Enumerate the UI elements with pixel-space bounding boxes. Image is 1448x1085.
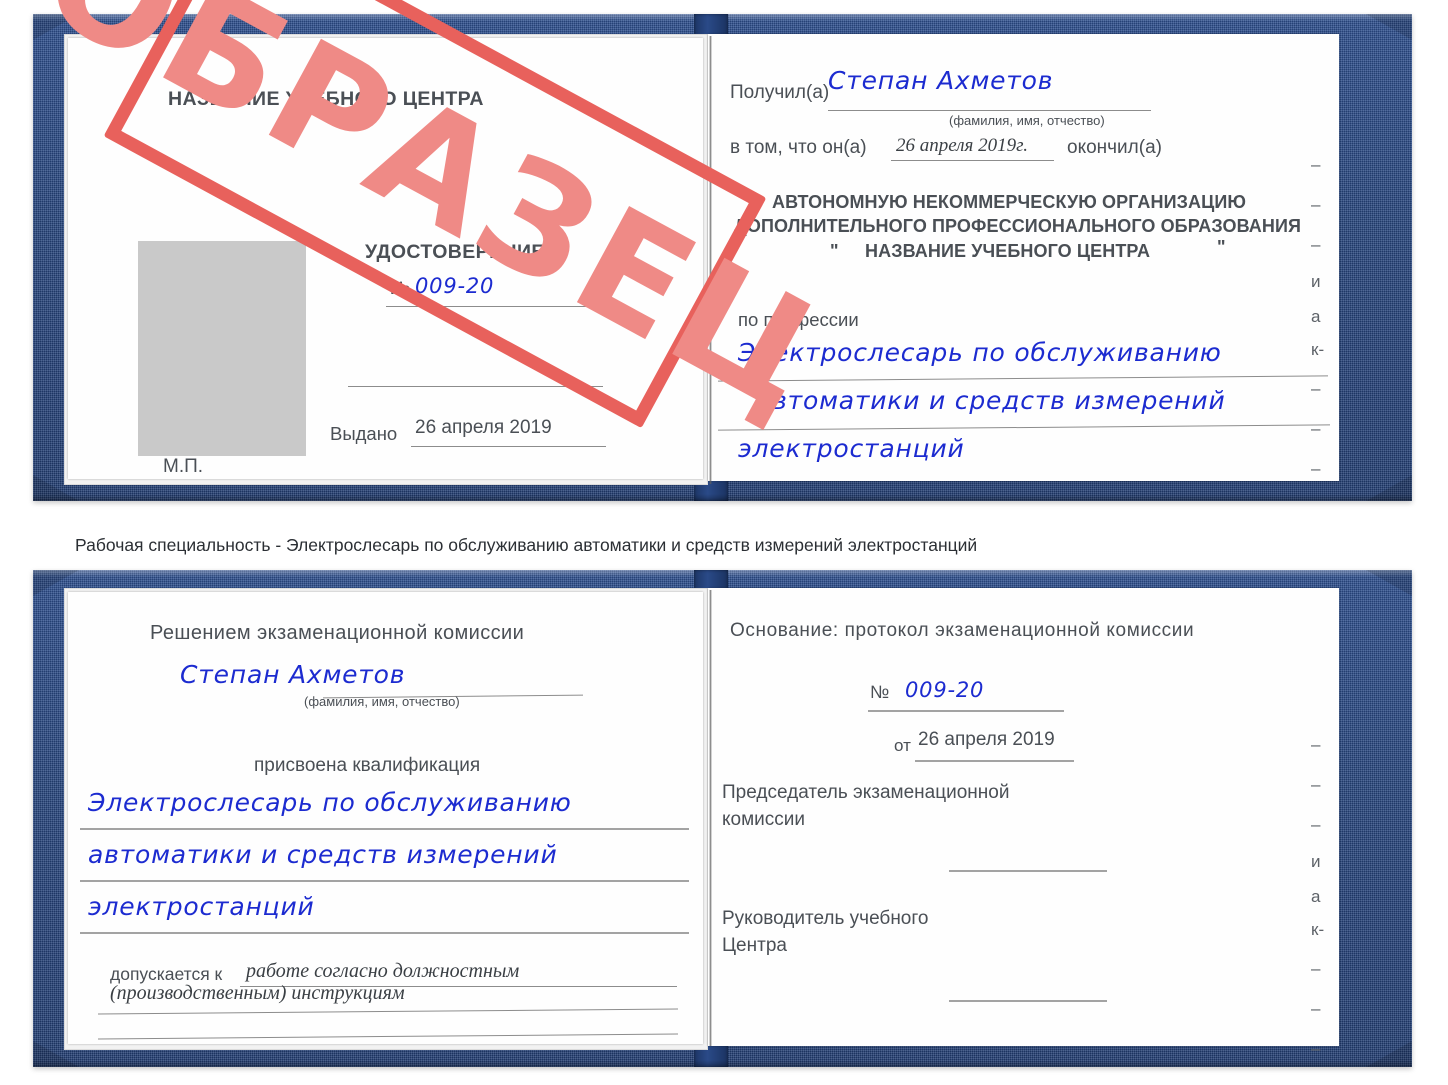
- margin-mark: –: [1311, 459, 1321, 478]
- received-label: Получил(а): [730, 82, 830, 103]
- qualification-rule-1: [80, 828, 689, 830]
- qualification-rule-3: [80, 932, 689, 934]
- cover-fold-top-right: [1366, 14, 1412, 40]
- received-underline: [828, 110, 1151, 111]
- qualification-rule-2: [80, 880, 689, 882]
- top-left-center-name: НАЗВАНИЕ УЧЕБНОГО ЦЕНТРА: [168, 88, 484, 110]
- received-value: Степан Ахметов: [828, 66, 1054, 95]
- number-value: 009-20: [415, 274, 495, 298]
- margin-mark: –: [1311, 379, 1321, 398]
- qualification-label: присвоена квалификация: [254, 755, 481, 776]
- issued-label: Выдано: [330, 423, 398, 444]
- margin-mark: и: [1311, 852, 1321, 871]
- top-left-doc-type: УДОСТОВЕРЕНИЕ: [365, 241, 545, 263]
- head-line-2: Центра: [722, 935, 787, 956]
- image-caption: Рабочая специальность - Электрослесарь п…: [75, 535, 978, 555]
- head-line-1: Руководитель учебного: [722, 908, 929, 929]
- bottom-right-page: Основание: протокол экзаменационной коми…: [708, 588, 1339, 1057]
- bottom-number-underline: [868, 710, 1064, 712]
- top-book-spine: [709, 36, 712, 484]
- org-line-1: АВТОНОМНУЮ НЕКОММЕРЧЕСКУЮ ОРГАНИЗАЦИЮ: [772, 192, 1247, 212]
- head-signature-line: [949, 1000, 1107, 1002]
- bottom-book-spine: [709, 590, 712, 1046]
- cover-fold-bottom-right: [1366, 1041, 1412, 1067]
- margin-mark: а: [1311, 307, 1321, 326]
- margin-mark: –: [1311, 155, 1321, 174]
- profession-label: по профессии: [738, 309, 859, 330]
- org-line-3: НАЗВАНИЕ УЧЕБНОГО ЦЕНТРА: [865, 241, 1151, 261]
- margin-mark: –: [1311, 419, 1321, 438]
- completion-date-underline: [891, 160, 1054, 161]
- profession-rule-1: [718, 375, 1328, 382]
- top-left-page: НАЗВАНИЕ УЧЕБНОГО ЦЕНТРА УДОСТОВЕРЕНИЕ №…: [68, 38, 703, 479]
- chairman-line-2: комиссии: [722, 809, 805, 830]
- basis-label: Основание: протокол экзаменационной коми…: [730, 620, 1195, 641]
- margin-mark: и: [1311, 272, 1321, 291]
- cover-fold-top-right: [1366, 570, 1412, 596]
- profession-line-3: электростанций: [738, 434, 965, 463]
- qualification-line-3: электростанций: [88, 892, 315, 921]
- finished-label: окончил(а): [1067, 137, 1162, 158]
- profession-rule-2: [718, 424, 1330, 431]
- admitted-rule-3: [98, 1033, 678, 1040]
- margin-mark: –: [1311, 235, 1321, 254]
- admitted-rule-2: [98, 1008, 678, 1015]
- fio-hint-top: (фамилия, имя, отчество): [949, 113, 1105, 128]
- qualification-line-2: автоматики и средств измерений: [88, 840, 558, 869]
- profession-line-1: Электрослесарь по обслуживанию: [738, 338, 1222, 367]
- issued-underline: [411, 446, 606, 447]
- number-underline: [386, 306, 605, 307]
- bottom-right-margin-marks: – – – и а к- – – –: [1311, 736, 1324, 1057]
- margin-mark: –: [1311, 735, 1321, 754]
- qualification-line-1: Электрослесарь по обслуживанию: [88, 788, 572, 817]
- margin-mark: –: [1311, 775, 1321, 794]
- margin-mark: к-: [1311, 340, 1325, 359]
- photo-placeholder: [138, 241, 306, 456]
- fio-hint-bottom: (фамилия, имя, отчество): [304, 694, 460, 709]
- bottom-number-value: 009-20: [905, 678, 985, 702]
- seal-label: М.П.: [163, 456, 204, 477]
- org-quote-open: ": [830, 241, 839, 261]
- bottom-date-underline: [915, 760, 1074, 762]
- margin-mark: –: [1311, 815, 1321, 834]
- bottom-number-label: №: [870, 682, 890, 702]
- number-label: №: [390, 278, 411, 298]
- top-certificate-book: НАЗВАНИЕ УЧЕБНОГО ЦЕНТРА УДОСТОВЕРЕНИЕ №…: [16, 0, 1412, 501]
- decision-label: Решением экзаменационной комиссии: [150, 622, 525, 644]
- margin-mark: –: [1311, 1039, 1321, 1058]
- issued-value: 26 апреля 2019: [415, 417, 552, 438]
- margin-mark: –: [1311, 195, 1321, 214]
- bottom-date-value: 26 апреля 2019: [918, 729, 1055, 750]
- org-line-2: ДОПОЛНИТЕЛЬНОГО ПРОФЕССИОНАЛЬНОГО ОБРАЗО…: [734, 216, 1302, 236]
- bottom-left-page: Решением экзаменационной комиссии Степан…: [68, 592, 703, 1044]
- bottom-name-value: Степан Ахметов: [180, 660, 406, 689]
- cover-fold-bottom-right: [1366, 475, 1412, 501]
- margin-mark: –: [1311, 999, 1321, 1018]
- completion-date: 26 апреля 2019г.: [896, 135, 1028, 156]
- top-right-margin-marks: – – – и а к- – – –: [1311, 156, 1324, 477]
- in-that-label: в том, что он(а): [730, 137, 867, 158]
- chairman-signature-line: [949, 870, 1107, 872]
- blank-line-1: [348, 386, 603, 387]
- chairman-line-1: Председатель экзаменационной: [722, 782, 1010, 803]
- bottom-date-label: от: [894, 736, 911, 755]
- admitted-value-line-1: работе согласно должностным: [246, 960, 520, 982]
- bottom-certificate-book: Решением экзаменационной комиссии Степан…: [33, 570, 1412, 1067]
- margin-mark: –: [1311, 959, 1321, 978]
- top-right-page: Получил(а) Степан Ахметов (фамилия, имя,…: [708, 34, 1339, 481]
- margin-mark: а: [1311, 887, 1321, 906]
- profession-line-2: автоматики и средств измерений: [756, 386, 1226, 415]
- admitted-value-line-2: (производственным) инструкциям: [110, 982, 405, 1004]
- margin-mark: к-: [1311, 920, 1325, 939]
- org-quote-close: ": [1217, 237, 1226, 257]
